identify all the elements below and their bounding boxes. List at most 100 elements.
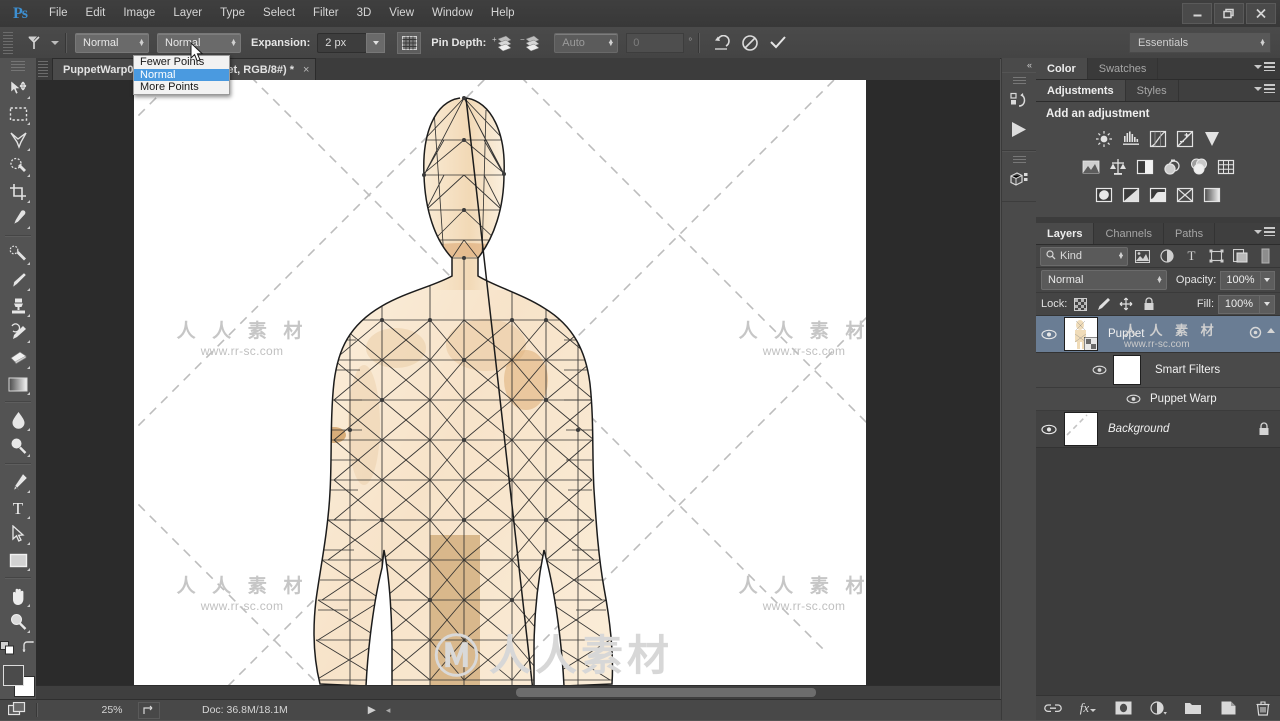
new-layer-icon[interactable] [1218, 698, 1238, 718]
menu-edit[interactable]: Edit [77, 3, 115, 24]
document-canvas[interactable]: 人 人 素 材 www.rr-sc.com 人 人 素 材 www.rr-sc.… [134, 80, 866, 700]
dropdown-item-fewer-points[interactable]: Fewer Points [134, 56, 229, 69]
layer-row-puppet[interactable]: Puppet 人 人 素 材 www.rr-sc.com [1036, 316, 1280, 353]
lock-all-icon[interactable] [1139, 295, 1159, 313]
show-mesh-toggle[interactable] [397, 31, 422, 54]
threshold-icon[interactable] [1146, 184, 1170, 206]
pixel-filter-icon[interactable] [1131, 247, 1153, 266]
menu-window[interactable]: Window [423, 3, 482, 24]
blend-mode-select[interactable]: Normal ▲ ▼ [1041, 270, 1167, 290]
background-layer-name[interactable]: Background [1108, 423, 1169, 435]
canvas-horizontal-scroll-thumb[interactable] [516, 688, 816, 697]
layer-name[interactable]: Puppet [1108, 328, 1144, 340]
default-colors-icon[interactable] [0, 641, 15, 658]
gradient-tool[interactable] [4, 371, 32, 397]
adjustment-filter-icon[interactable] [1156, 247, 1178, 266]
link-layers-icon[interactable] [1043, 698, 1063, 718]
options-bar-grip[interactable] [3, 31, 13, 54]
menu-file[interactable]: File [40, 3, 77, 24]
status-left-arrow-icon[interactable]: ◂ [386, 705, 391, 716]
clone-stamp-tool[interactable] [4, 293, 32, 319]
crop-tool[interactable] [4, 179, 32, 205]
rotate-degrees-field[interactable]: 0 [626, 32, 685, 53]
layer-mask-icon[interactable] [1113, 698, 1133, 718]
zoom-tool[interactable] [4, 609, 32, 635]
tab-swatches[interactable]: Swatches [1088, 58, 1159, 79]
hand-tool[interactable] [4, 583, 32, 609]
channel-mixer-icon[interactable] [1187, 156, 1211, 178]
brightness-contrast-icon[interactable] [1092, 128, 1116, 150]
eraser-tool[interactable] [4, 345, 32, 371]
new-group-icon[interactable] [1183, 698, 1203, 718]
puppet-warp-mesh-figure[interactable] [134, 80, 866, 700]
quick-selection-tool[interactable] [4, 153, 32, 179]
levels-icon[interactable] [1119, 128, 1143, 150]
menu-filter[interactable]: Filter [304, 3, 348, 24]
hue-saturation-icon[interactable] [1079, 156, 1103, 178]
menu-3d[interactable]: 3D [348, 3, 381, 24]
color-lookup-icon[interactable] [1214, 156, 1238, 178]
menu-select[interactable]: Select [254, 3, 304, 24]
horizontal-type-tool[interactable]: T [4, 495, 32, 521]
rotate-combo[interactable]: Auto ▲ ▼ [554, 32, 619, 53]
close-button[interactable] [1246, 3, 1276, 24]
spot-healing-brush-tool[interactable] [4, 241, 32, 267]
vibrance-icon[interactable] [1200, 128, 1224, 150]
path-selection-tool[interactable] [4, 521, 32, 547]
color-panel-menu-icon[interactable] [1254, 62, 1275, 71]
menu-help[interactable]: Help [482, 3, 524, 24]
canvas-horizontal-scrollbar[interactable] [36, 685, 1000, 700]
commit-transform-icon[interactable] [766, 32, 790, 54]
rail-group-grip-2[interactable] [1012, 156, 1026, 164]
zoom-level[interactable]: 25% [92, 704, 132, 716]
layer-row-background[interactable]: Background [1036, 411, 1280, 448]
layer-filter-kind-select[interactable]: Kind ▲ ▼ [1040, 246, 1129, 266]
filter-toggle-icon[interactable] [1254, 247, 1276, 266]
new-adjustment-icon[interactable] [1148, 698, 1168, 718]
puppet-pin-icon[interactable] [21, 31, 47, 55]
3d-icon[interactable] [1006, 167, 1032, 193]
lock-transparency-icon[interactable] [1070, 295, 1090, 313]
color-balance-icon[interactable] [1106, 156, 1130, 178]
menu-type[interactable]: Type [211, 3, 254, 24]
photo-filter-icon[interactable] [1160, 156, 1184, 178]
fill-value[interactable]: 100% [1218, 294, 1260, 314]
layer-style-icon[interactable]: fx [1078, 698, 1098, 718]
tab-adjustments[interactable]: Adjustments [1036, 80, 1126, 101]
lock-image-icon[interactable] [1093, 295, 1113, 313]
layer-row-puppet-warp[interactable]: Puppet Warp [1036, 388, 1280, 411]
cancel-transform-icon[interactable] [738, 32, 762, 54]
brush-tool[interactable] [4, 267, 32, 293]
delete-layer-icon[interactable] [1253, 698, 1273, 718]
background-visibility-toggle[interactable] [1036, 411, 1062, 447]
expansion-field[interactable]: 2 px [317, 32, 368, 53]
menu-image[interactable]: Image [114, 3, 164, 24]
tab-paths[interactable]: Paths [1164, 223, 1216, 244]
document-tab-close-icon[interactable]: × [303, 64, 309, 76]
move-tool[interactable] [4, 75, 32, 101]
menu-layer[interactable]: Layer [164, 3, 211, 24]
blur-tool[interactable] [4, 407, 32, 433]
opacity-dropdown-icon[interactable] [1260, 270, 1275, 290]
black-white-icon[interactable] [1133, 156, 1157, 178]
restore-button[interactable] [1214, 3, 1244, 24]
dodge-tool[interactable] [4, 433, 32, 459]
history-icon[interactable] [1006, 88, 1032, 114]
status-expand-arrow-icon[interactable]: ▶ [368, 704, 376, 716]
lasso-tool[interactable] [4, 127, 32, 153]
tool-preset-chevron-icon[interactable] [51, 40, 59, 45]
rectangular-marquee-tool[interactable] [4, 101, 32, 127]
exposure-icon[interactable] [1173, 128, 1197, 150]
tab-styles[interactable]: Styles [1126, 80, 1179, 101]
expansion-dropdown-button[interactable] [366, 32, 386, 53]
pen-tool[interactable] [4, 469, 32, 495]
posterize-icon[interactable] [1119, 184, 1143, 206]
canvas-area[interactable]: 人 人 素 材 www.rr-sc.com 人 人 素 材 www.rr-sc.… [36, 80, 1000, 700]
tab-layers[interactable]: Layers [1036, 223, 1095, 244]
swap-colors-icon[interactable] [22, 641, 36, 658]
tab-channels[interactable]: Channels [1094, 223, 1164, 244]
type-filter-icon[interactable]: T [1181, 247, 1203, 266]
pin-depth-backward-icon[interactable]: − [518, 32, 542, 54]
rail-group-grip[interactable] [1012, 77, 1026, 85]
fill-dropdown-icon[interactable] [1260, 294, 1275, 314]
